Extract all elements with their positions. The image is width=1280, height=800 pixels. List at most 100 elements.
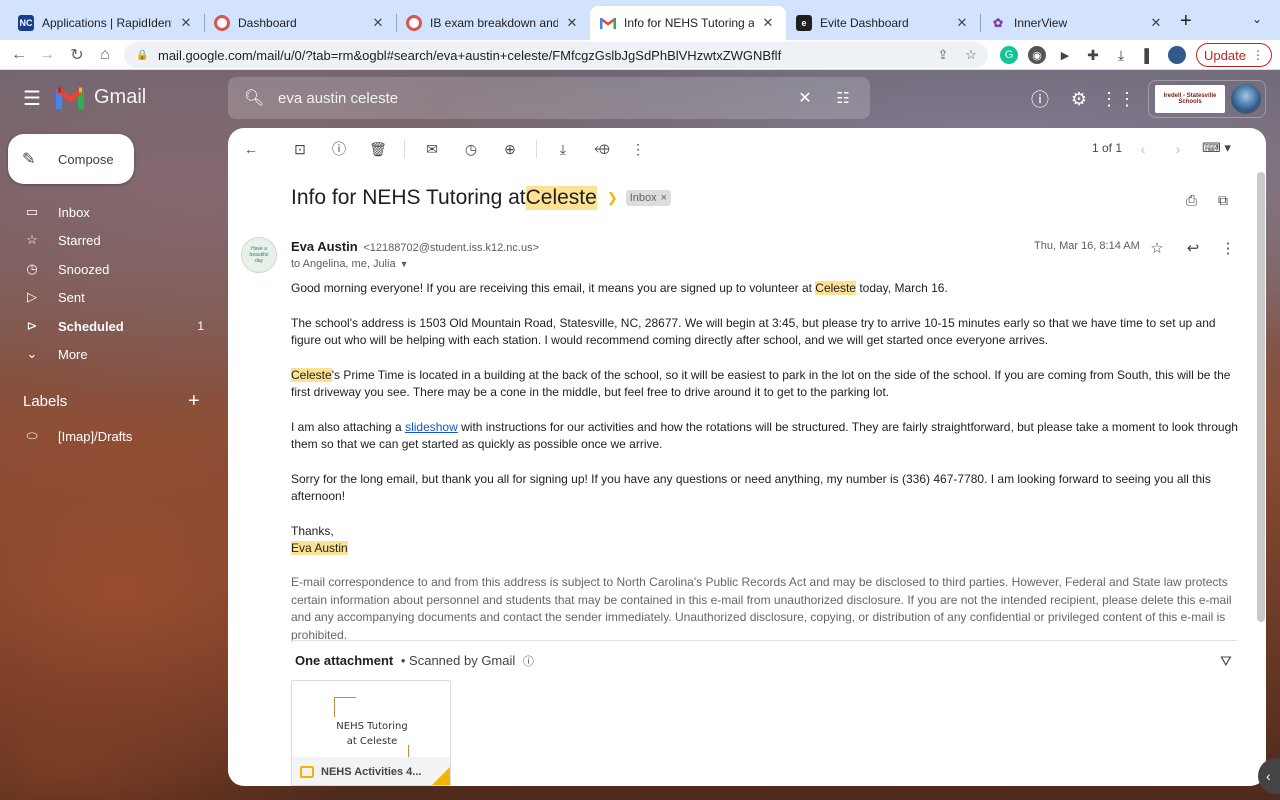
close-icon[interactable]: ✕ — [1148, 15, 1164, 31]
archive-icon[interactable]: ⊡ — [290, 139, 310, 159]
tab-rapididentity[interactable]: NC Applications | RapidIdentity ✕ — [8, 6, 204, 40]
tab-gmail-active[interactable]: Info for NEHS Tutoring at C ✕ — [590, 6, 786, 40]
sidebar-item-inbox[interactable]: ▭ Inbox — [0, 198, 220, 226]
puzzle-icon[interactable]: ✚ — [1084, 46, 1102, 64]
signature: Eva Austin — [291, 541, 348, 555]
home-icon[interactable]: ⌂ — [94, 44, 116, 66]
bookmark-star-icon[interactable]: ☆ — [960, 47, 982, 63]
update-button[interactable]: Update ⋮ — [1196, 43, 1272, 67]
pencil-icon: ✎ — [22, 151, 36, 168]
chevron-down-icon: ⌄ — [26, 346, 38, 361]
profile-avatar[interactable] — [1168, 46, 1186, 64]
body-paragraph: Celeste's Prime Time is located in a bui… — [291, 368, 1231, 399]
back-arrow-icon[interactable]: ← — [241, 139, 261, 159]
back-arrow-icon[interactable]: ← — [8, 44, 30, 66]
more-options-icon[interactable]: ⋮ — [628, 139, 648, 159]
move-to-icon[interactable]: ⤓ — [553, 139, 573, 159]
email-subject: Info for NEHS Tutoring at Celeste ❯ Inbo… — [291, 186, 672, 210]
input-tools-keyboard-icon[interactable]: ⌨ ▾ — [1202, 140, 1231, 156]
kebab-menu-icon: ⋮ — [1251, 48, 1264, 62]
extension-icon[interactable]: ▶ — [1056, 46, 1074, 64]
grammarly-icon[interactable]: G — [1000, 46, 1018, 64]
close-icon[interactable]: ✕ — [954, 15, 970, 31]
close-icon[interactable]: ✕ — [370, 15, 386, 31]
reply-icon[interactable]: ↩ — [1183, 238, 1203, 258]
add-label-button[interactable]: + — [188, 390, 200, 413]
newer-chevron-icon[interactable]: ‹ — [1133, 139, 1153, 159]
tab-evite[interactable]: e Evite Dashboard ✕ — [786, 6, 980, 40]
close-icon[interactable]: ✕ — [178, 15, 194, 31]
forward-arrow-icon[interactable]: → — [36, 44, 58, 66]
close-icon[interactable]: ✕ — [564, 15, 580, 31]
signoff: Thanks, — [291, 524, 334, 538]
search-icon[interactable]: 🔍︎ — [244, 88, 264, 108]
side-panel-icon[interactable]: ▌ — [1140, 46, 1158, 64]
search-input[interactable] — [278, 89, 794, 107]
nc-icon: NC — [18, 15, 34, 31]
mark-unread-icon[interactable]: ✉ — [422, 139, 442, 159]
snooze-icon[interactable]: ◷ — [461, 139, 481, 159]
info-icon[interactable]: ⓘ — [523, 656, 534, 668]
sidebar-item-starred[interactable]: ☆ Starred — [0, 226, 220, 254]
labels-heading: Labels — [23, 393, 68, 410]
star-icon[interactable]: ☆ — [1147, 238, 1167, 258]
label-icon[interactable]: ⬲ — [592, 139, 612, 159]
innerview-icon: ✿ — [992, 16, 1004, 30]
tab-search-chevron-icon[interactable]: ⌄ — [1252, 12, 1262, 26]
recipients-line[interactable]: to Angelina, me, Julia ▼ — [291, 258, 409, 270]
help-icon[interactable]: ⓘ — [1028, 87, 1052, 111]
inbox-label-chip[interactable]: Inbox × — [625, 190, 672, 206]
report-spam-icon[interactable]: ⓘ — [329, 139, 349, 159]
remove-label-icon[interactable]: × — [661, 192, 667, 204]
tab-innerview[interactable]: ✿ InnerView ✕ — [980, 6, 1174, 40]
search-bar: 🔍︎ ✕ ☷ — [228, 77, 870, 119]
settings-gear-icon[interactable]: ⚙ — [1067, 87, 1091, 111]
gmail-m-icon — [56, 87, 84, 109]
sidebar-item-scheduled[interactable]: ⊳ Scheduled 1 — [0, 312, 220, 340]
new-tab-button[interactable]: + — [1180, 10, 1192, 33]
attachment-thumbnail: NEHS Tutoring at Celeste — [292, 681, 450, 757]
slides-icon — [300, 766, 314, 778]
sender-name[interactable]: Eva Austin — [291, 239, 358, 254]
sender-line: Eva Austin <12188702@student.iss.k12.nc.… — [291, 239, 539, 254]
account-switcher[interactable]: Iredell - Statesville Schools — [1148, 80, 1266, 118]
sidebar-item-sent[interactable]: ▷ Sent — [0, 283, 220, 311]
attachment-card[interactable]: NEHS Tutoring at Celeste NEHS Activities … — [291, 680, 451, 786]
sidebar-item-more[interactable]: ⌄ More — [0, 340, 220, 368]
gmail-logo[interactable]: Gmail — [56, 86, 146, 109]
attachment-footer: NEHS Activities 4... — [292, 757, 450, 785]
lifesaver-icon — [406, 15, 422, 31]
inbox-icon: ▭ — [25, 204, 39, 219]
star-icon: ☆ — [26, 232, 38, 247]
important-marker-icon[interactable]: ❯ — [607, 190, 618, 206]
print-icon[interactable]: ⎙ — [1186, 192, 1197, 209]
extension-icon[interactable]: ◉ — [1028, 46, 1046, 64]
slideshow-link[interactable]: slideshow — [405, 420, 458, 434]
scrollbar[interactable] — [1257, 172, 1265, 622]
address-bar[interactable]: 🔒 mail.google.com/mail/u/0/?tab=rm&ogbl#… — [124, 42, 988, 68]
add-to-drive-icon[interactable]: ⛛ — [1220, 653, 1232, 670]
more-options-icon[interactable]: ⋮ — [1218, 238, 1238, 258]
org-logo: Iredell - Statesville Schools — [1155, 85, 1225, 113]
older-chevron-icon[interactable]: › — [1168, 139, 1188, 159]
sidebar-item-snoozed[interactable]: ◷ Snoozed — [0, 255, 220, 283]
caret-down-icon[interactable]: ▼ — [400, 259, 409, 269]
clear-search-icon[interactable]: ✕ — [794, 88, 816, 108]
share-icon[interactable]: ⇪ — [932, 47, 954, 63]
tab-ib-exam[interactable]: IB exam breakdown and stu ✕ — [396, 6, 590, 40]
email-body: Good morning everyone! If you are receiv… — [291, 280, 1241, 557]
reload-icon[interactable]: ↻ — [66, 44, 88, 66]
download-icon[interactable]: ⤓ — [1112, 46, 1130, 64]
tab-dashboard[interactable]: Dashboard ✕ — [204, 6, 396, 40]
apps-grid-icon[interactable]: ⋮⋮ — [1100, 87, 1136, 111]
attachment-heading: One attachment • Scanned by Gmail ⓘ — [295, 653, 534, 668]
add-task-icon[interactable]: ⊕ — [500, 139, 520, 159]
open-new-window-icon[interactable]: ⧉ — [1218, 192, 1228, 209]
sender-avatar[interactable]: Have a beautiful day — [241, 237, 277, 273]
hamburger-menu-icon[interactable]: ☰ — [20, 86, 44, 110]
search-options-icon[interactable]: ☷ — [832, 89, 854, 107]
delete-icon[interactable]: 🗑︎ — [368, 139, 388, 159]
sidebar-item-label-drafts[interactable]: ⬭ [Imap]/Drafts — [0, 422, 220, 450]
close-icon[interactable]: ✕ — [760, 15, 776, 31]
compose-button[interactable]: ✎ Compose — [8, 134, 134, 184]
